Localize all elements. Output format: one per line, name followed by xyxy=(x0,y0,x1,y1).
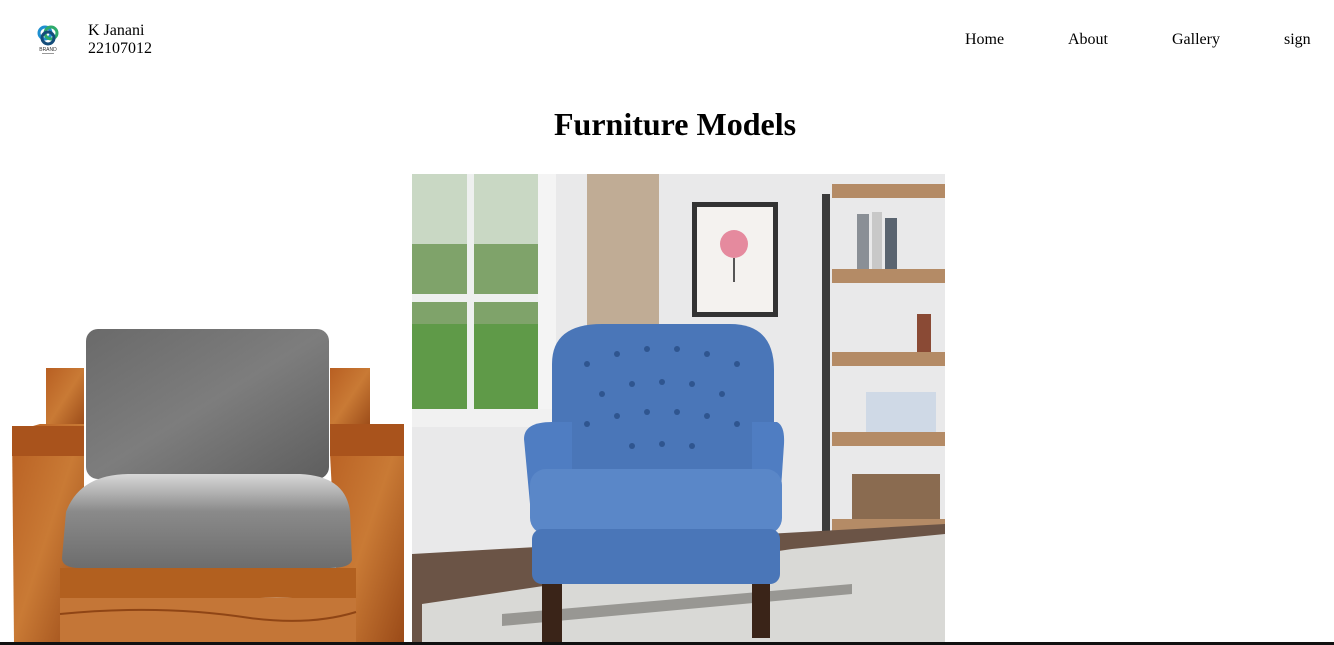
nav-home-link[interactable]: Home xyxy=(965,31,1004,49)
user-name: K Janani xyxy=(88,22,145,39)
page-title: Furniture Models xyxy=(553,106,797,142)
furniture-image-armchair xyxy=(412,174,945,643)
nav-gallery-link[interactable]: Gallery xyxy=(1172,31,1220,49)
brand-logo[interactable]: BRAND xyxy=(33,22,63,56)
furniture-image-sofa xyxy=(0,174,406,643)
user-info: K Janani 22107012 xyxy=(88,22,152,58)
header: BRAND K Janani 22107012 Home About Galle… xyxy=(0,0,1334,80)
nav-about-link[interactable]: About xyxy=(1068,31,1108,49)
svg-text:BRAND: BRAND xyxy=(39,47,57,53)
nav-sign-link[interactable]: sign xyxy=(1284,31,1311,49)
user-id: 22107012 xyxy=(88,40,152,57)
